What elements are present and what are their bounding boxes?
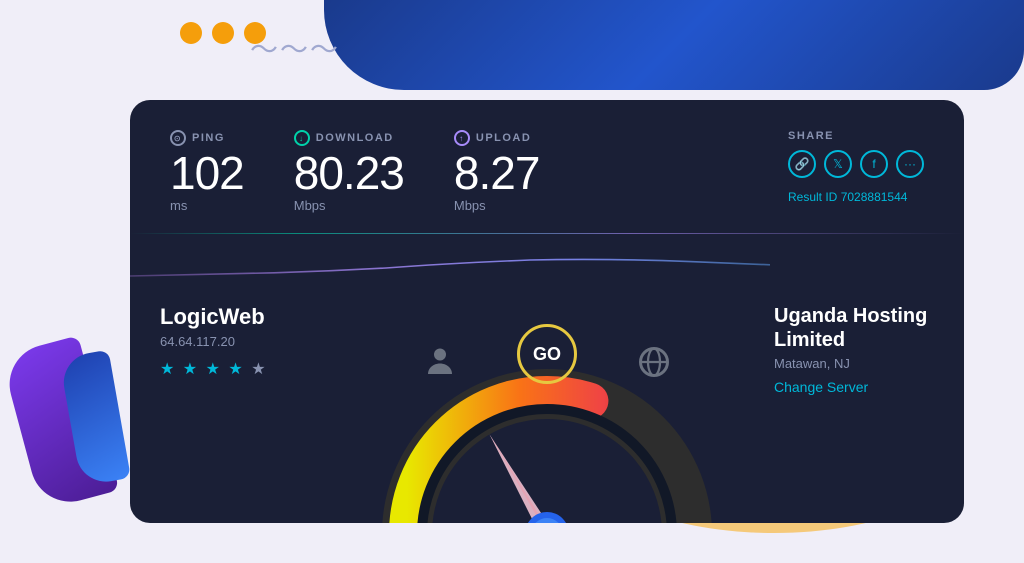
ping-icon: ⊙ <box>170 130 186 146</box>
download-stat: ↓ DOWNLOAD 80.23 Mbps <box>294 130 404 213</box>
squiggle-decoration: 〜〜〜 <box>250 28 340 68</box>
star-2: ★ <box>183 361 199 378</box>
share-more-button[interactable]: ··· <box>896 150 924 178</box>
host-location: Matawan, NJ <box>774 356 934 371</box>
blue-brush-decoration <box>324 0 1024 90</box>
ping-label: ⊙ PING <box>170 130 244 146</box>
go-button[interactable]: GO <box>517 324 577 384</box>
upload-stat: ↑ UPLOAD 8.27 Mbps <box>454 130 540 213</box>
gauge-container: GO <box>347 294 747 523</box>
dot-2 <box>212 22 234 44</box>
change-server-button[interactable]: Change Server <box>774 379 934 395</box>
star-half: ★ <box>251 361 267 378</box>
speed-chart <box>130 234 964 284</box>
upload-icon: ↑ <box>454 130 470 146</box>
host-name: Uganda Hosting Limited <box>774 304 934 352</box>
star-rating: ★ ★ ★ ★ ★ <box>160 359 320 379</box>
speedtest-card: ⊙ PING 102 ms ↓ DOWNLOAD 80.23 Mbps ↑ UP… <box>130 100 964 523</box>
dot-1 <box>180 22 202 44</box>
person-icon <box>422 344 458 380</box>
globe-icon <box>636 344 672 380</box>
share-facebook-button[interactable]: f <box>860 150 888 178</box>
download-label: ↓ DOWNLOAD <box>294 130 404 146</box>
ping-unit: ms <box>170 198 244 213</box>
star-1: ★ <box>160 361 176 378</box>
upload-value: 8.27 <box>454 150 540 196</box>
ping-value: 102 <box>170 150 244 196</box>
download-unit: Mbps <box>294 198 404 213</box>
result-id: Result ID 7028881544 <box>788 190 924 204</box>
share-block: SHARE 🔗 𝕏 f ··· Result ID 7028881544 <box>788 130 924 204</box>
chart-svg <box>130 244 770 284</box>
download-icon: ↓ <box>294 130 310 146</box>
server-info-left: LogicWeb 64.64.117.20 ★ ★ ★ ★ ★ <box>130 284 350 399</box>
upload-unit: Mbps <box>454 198 540 213</box>
download-value: 80.23 <box>294 150 404 196</box>
star-4: ★ <box>228 361 244 378</box>
server-ip: 64.64.117.20 <box>160 334 320 349</box>
result-id-value: 7028881544 <box>841 190 908 204</box>
bottom-section: LogicWeb 64.64.117.20 ★ ★ ★ ★ ★ <box>130 284 964 523</box>
share-icons-row: 🔗 𝕏 f ··· <box>788 150 924 178</box>
share-label: SHARE <box>788 130 924 142</box>
share-twitter-button[interactable]: 𝕏 <box>824 150 852 178</box>
server-info-right: Uganda Hosting Limited Matawan, NJ Chang… <box>744 284 964 415</box>
stats-row: ⊙ PING 102 ms ↓ DOWNLOAD 80.23 Mbps ↑ UP… <box>170 130 924 213</box>
star-3: ★ <box>206 361 222 378</box>
share-link-button[interactable]: 🔗 <box>788 150 816 178</box>
upload-label: ↑ UPLOAD <box>454 130 540 146</box>
server-name: LogicWeb <box>160 304 320 330</box>
ping-stat: ⊙ PING 102 ms <box>170 130 244 213</box>
